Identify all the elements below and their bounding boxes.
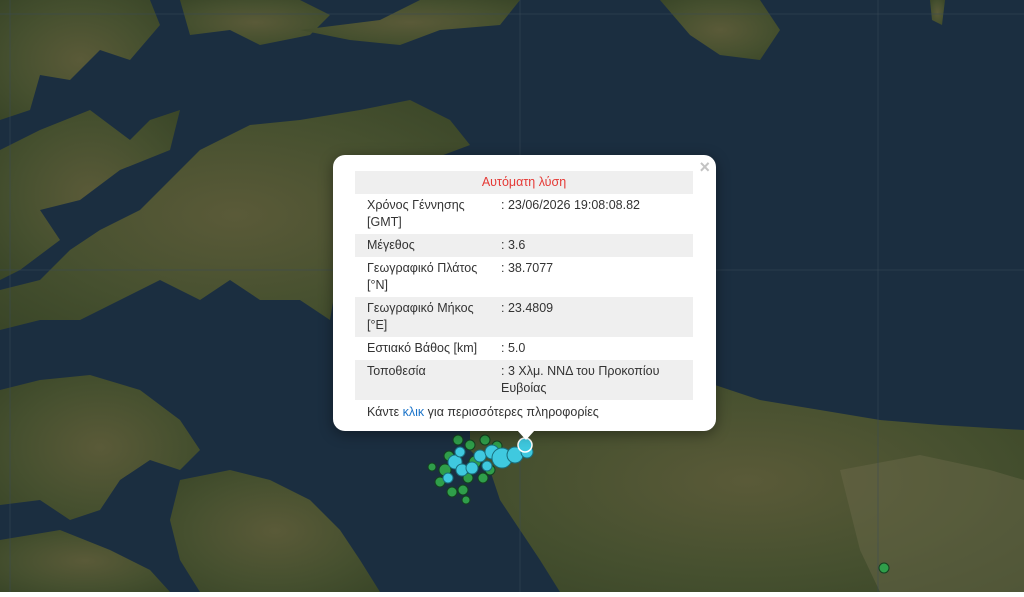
more-suffix: για περισσότερες πληροφορίες — [424, 405, 599, 419]
info-row: Γεωγραφικό Πλάτος [°N] : 38.7077 — [355, 257, 693, 297]
row-label: Μέγεθος — [355, 234, 497, 257]
row-label: Τοποθεσία — [355, 360, 497, 400]
info-row: Γεωγραφικό Μήκος [°E] : 23.4809 — [355, 297, 693, 337]
popup-pointer — [517, 430, 535, 440]
selected-earthquake-marker — [517, 437, 533, 453]
row-value: : 23/06/2026 19:08:08.82 — [501, 198, 641, 212]
more-prefix: Κάντε — [367, 405, 403, 419]
isolated-older-marker — [878, 562, 890, 574]
row-label: Χρόνος Γέννησης [GMT] — [367, 198, 465, 229]
earthquake-popup: × Αυτόματη λύση Χρόνος Γέννησης [GMT] : … — [333, 155, 716, 431]
row-value: : 3.6 — [497, 234, 693, 257]
close-icon[interactable]: × — [699, 157, 710, 177]
earthquake-info-table: Αυτόματη λύση Χρόνος Γέννησης [GMT] : 23… — [355, 171, 693, 421]
row-label: Γεωγραφικό Πλάτος [°N] — [367, 261, 478, 292]
info-row: Εστιακό Βάθος [km] : 5.0 — [355, 337, 693, 360]
more-info-text: Κάντε κλικ για περισσότερες πληροφορίες — [355, 400, 693, 421]
more-info-link[interactable]: κλικ — [403, 405, 425, 419]
info-row: Χρόνος Γέννησης [GMT] : 23/06/2026 19:08… — [355, 194, 693, 234]
popup-header: Αυτόματη λύση — [355, 171, 693, 194]
row-value: : 38.7077 — [501, 261, 554, 275]
row-value: : 5.0 — [501, 341, 526, 355]
row-label: Γεωγραφικό Μήκος [°E] — [355, 297, 497, 337]
row-value: : 23.4809 — [497, 297, 693, 337]
info-row: Μέγεθος : 3.6 — [355, 234, 693, 257]
row-label: Εστιακό Βάθος [km] — [367, 341, 478, 355]
info-row: Τοποθεσία : 3 Χλμ. ΝΝΔ του Προκοπίου Ευβ… — [355, 360, 693, 400]
more-info-row: Κάντε κλικ για περισσότερες πληροφορίες — [355, 400, 693, 421]
row-value: : 3 Χλμ. ΝΝΔ του Προκοπίου Ευβοίας — [497, 360, 693, 400]
